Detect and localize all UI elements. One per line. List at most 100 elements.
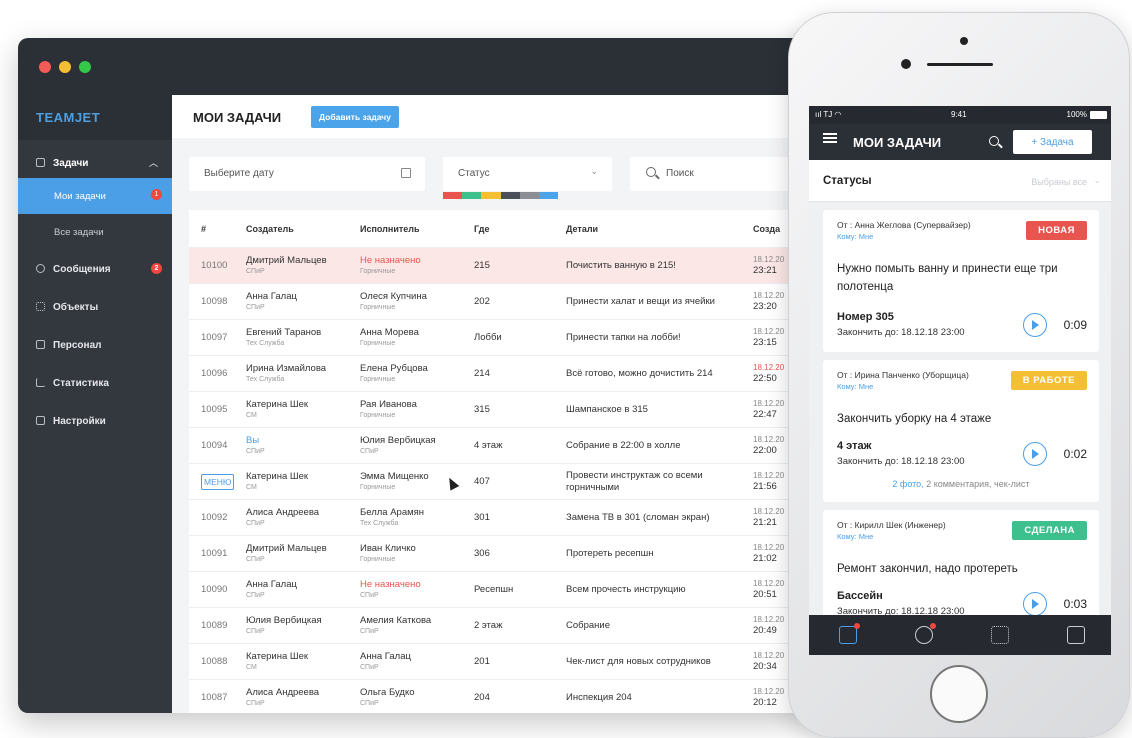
status-filter[interactable]: Статус ⌄ (443, 157, 612, 191)
table-row[interactable]: 10097 Евгений Таранов Тех Служба Анна Морев… (189, 320, 808, 356)
sidebar-item-messages[interactable]: Сообщения 2 (18, 250, 172, 288)
row-where: 407 (474, 475, 490, 487)
row-creator: Дмитрий Мальцев СПиР (246, 536, 327, 571)
sidebar-item-objects[interactable]: Объекты (18, 288, 172, 326)
statuses-filter[interactable]: Статусы Выбраны все ⌄ (809, 160, 1111, 202)
battery-icon (1090, 111, 1107, 119)
add-task-button-mobile[interactable]: + Задача (1013, 130, 1092, 154)
play-timer-icon[interactable] (1023, 592, 1047, 616)
messages-badge: 2 (151, 263, 162, 274)
details-text: Инспекция 204 (566, 691, 632, 703)
task-card[interactable]: От : Анна Жеглова (Супервайзер) Кому: Мне… (823, 210, 1099, 352)
assignee-role: СПиР (360, 448, 379, 455)
chevron-down-icon: ⌄ (590, 166, 598, 176)
chat-tab-dot (930, 623, 936, 629)
table-row[interactable]: МЕНЮ Катерина Шек СМ Эмма Мищенко Горничные 4… (189, 464, 808, 500)
sidebar-item-settings[interactable]: Настройки (18, 402, 172, 440)
row-created: 18.12.20 21:56 (753, 464, 784, 499)
date-filter-placeholder: Выберите дату (204, 168, 274, 179)
table-row[interactable]: 10087 Алиса Андреева СПиР Ольга Будко СПиР 20… (189, 680, 808, 713)
table-row[interactable]: 10096 Ирина Измайлова Тех Служба Елена Рубц… (189, 356, 808, 392)
row-details: Всем прочесть инструкцию (566, 572, 736, 607)
table-row[interactable]: 10094 Вы СПиР Юлия Вербицкая СПиР 4 этаж Собра… (189, 428, 808, 464)
row-where: 4 этаж (474, 439, 503, 451)
column-header-creator[interactable]: Создатель (246, 210, 294, 247)
card-timer: 0:02 (1063, 447, 1087, 461)
status-color-0 (443, 192, 463, 199)
row-created: 18.12.20 21:21 (753, 500, 784, 535)
column-header-where[interactable]: Где (474, 210, 489, 247)
assignee-role: Тех Служба (360, 520, 399, 527)
assignee-role: СПиР (360, 664, 379, 671)
table-row[interactable]: 10100 Дмитрий Мальцев СПиР Не назначено Горн… (189, 248, 808, 284)
table-row[interactable]: 10090 Анна Галац СПиР Не назначено СПиР Ресеп… (189, 572, 808, 608)
table-header: # Создатель Исполнитель Где Детали Созда (189, 210, 808, 248)
details-text: Собрание (566, 619, 610, 631)
maximize-window-button[interactable] (79, 61, 91, 73)
date-filter[interactable]: Выберите дату (189, 157, 425, 191)
creator-name: Юлия Вербицкая (246, 615, 322, 626)
table-row[interactable]: 10091 Дмитрий Мальцев СПиР Иван Кличко Горни… (189, 536, 808, 572)
card-photos-link[interactable]: 2 фото, (892, 479, 923, 489)
search-input[interactable]: Поиск (630, 157, 808, 191)
sidebar-item-staff[interactable]: Персонал (18, 326, 172, 364)
hamburger-menu-icon[interactable] (823, 137, 837, 139)
sidebar-item-all-tasks[interactable]: Все задачи (18, 214, 172, 250)
row-id: 10087 (201, 691, 228, 703)
sidebar-item-statistics[interactable]: Статистика (18, 364, 172, 402)
assignee-name: Юлия Вербицкая (360, 435, 436, 446)
creator-role: СПиР (246, 304, 265, 311)
row-menu-button[interactable]: МЕНЮ (201, 473, 235, 490)
created-time: 22:00 (753, 444, 777, 456)
row-details: Собрание (566, 608, 736, 643)
assignee-role: Горничные (360, 340, 396, 347)
table-row[interactable]: 10095 Катерина Шек СМ Рая Иванова Горничные 3… (189, 392, 808, 428)
column-header-created[interactable]: Созда (753, 210, 780, 247)
mouse-cursor-icon (444, 475, 460, 491)
row-assignee: Елена Рубцова Горничные (360, 356, 428, 391)
play-timer-icon[interactable] (1023, 313, 1047, 337)
created-date: 18.12.20 (753, 506, 785, 516)
sidebar-group-label: Задачи (53, 158, 89, 169)
home-button[interactable] (930, 665, 988, 723)
row-assignee: Амелия Каткова СПиР (360, 608, 431, 643)
created-time: 20:49 (753, 624, 777, 636)
grid-tab-icon[interactable] (991, 626, 1009, 644)
phone-status-bar: ııl TJ ◠ 9:41 100% (809, 106, 1111, 124)
creator-role: СПиР (246, 520, 265, 527)
column-header-details[interactable]: Детали (566, 210, 598, 247)
assignee-name: Анна Галац (360, 651, 411, 662)
card-status-badge: СДЕЛАНА (1012, 521, 1087, 540)
card-due: Закончить до: 18.12.18 23:00 (837, 456, 965, 467)
column-header-assignee[interactable]: Исполнитель (360, 210, 420, 247)
card-to: Кому: Мне (837, 382, 874, 391)
sidebar-item-my-tasks[interactable]: Мои задачи 1 (18, 178, 172, 214)
brand-logo: TEAMJET (18, 95, 172, 140)
play-timer-icon[interactable] (1023, 442, 1047, 466)
search-icon[interactable] (989, 136, 999, 146)
creator-name: Дмитрий Мальцев (246, 255, 327, 266)
close-window-button[interactable] (39, 61, 51, 73)
profile-tab-icon[interactable] (1067, 626, 1085, 644)
phone-speaker (927, 63, 993, 66)
row-creator: Катерина Шек СМ (246, 644, 308, 679)
sidebar-group-tasks[interactable]: Задачи ︿ (18, 140, 172, 178)
row-creator: Юлия Вербицкая СПиР (246, 608, 322, 643)
row-details: Инспекция 204 (566, 680, 736, 713)
table-row[interactable]: 10098 Анна Галац СПиР Олеся Купчина Горничны… (189, 284, 808, 320)
task-card[interactable]: От : Ирина Панченко (Уборщица) Кому: Мне В… (823, 360, 1099, 502)
table-row[interactable]: 10092 Алиса Андреева СПиР Белла Арамян Тех С… (189, 500, 808, 536)
phone-screen: ııl TJ ◠ 9:41 100% МОИ ЗАДАЧИ + Задача С… (809, 106, 1111, 655)
assignee-role: СПиР (360, 628, 379, 635)
row-id: 10096 (201, 367, 228, 379)
minimize-window-button[interactable] (59, 61, 71, 73)
chat-tab-icon[interactable] (915, 623, 936, 644)
tasks-tab-icon[interactable] (839, 623, 860, 644)
column-header-id[interactable]: # (201, 210, 206, 247)
table-row[interactable]: 10089 Юлия Вербицкая СПиР Амелия Каткова СПи… (189, 608, 808, 644)
row-details: Протереть ресепшн (566, 536, 736, 571)
table-row[interactable]: 10088 Катерина Шек СМ Анна Галац СПиР 201 Чек-… (189, 644, 808, 680)
status-color-3 (500, 192, 520, 199)
add-task-button[interactable]: Добавить задачу (311, 106, 399, 128)
row-details: Чек-лист для новых сотрудников (566, 644, 736, 679)
